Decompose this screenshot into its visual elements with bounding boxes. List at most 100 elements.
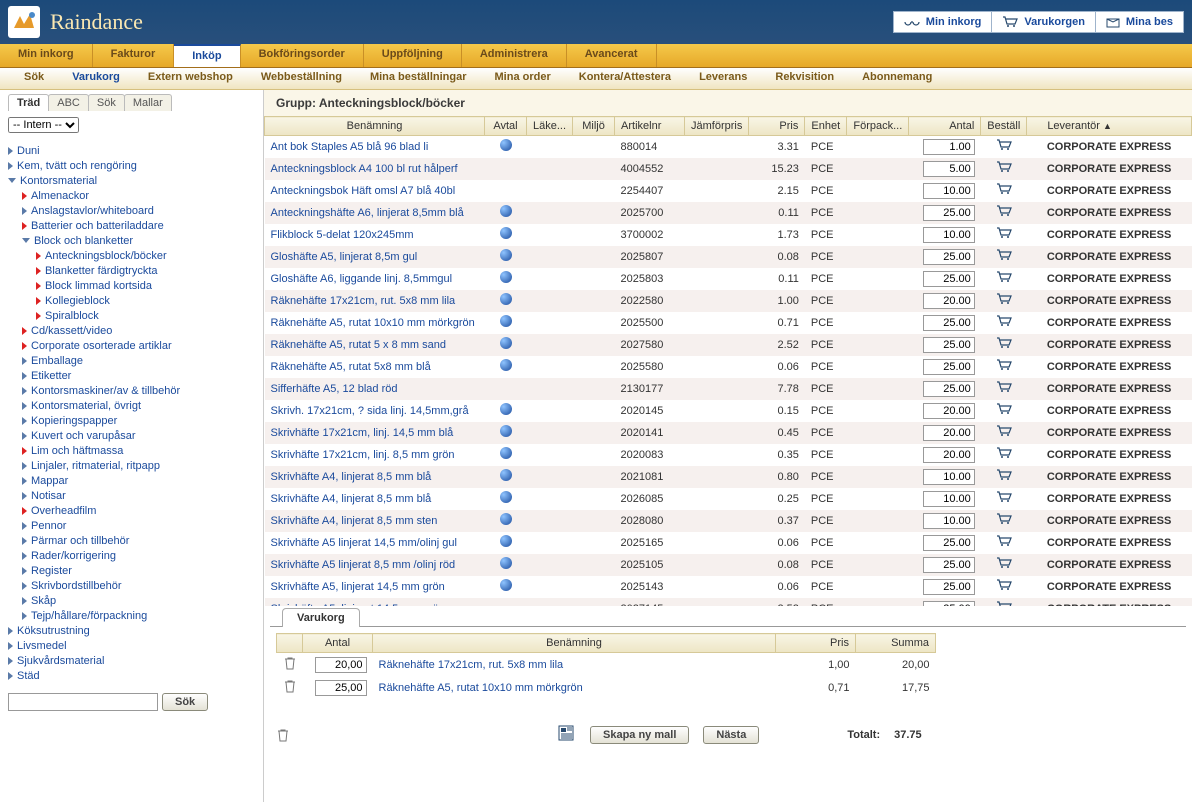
product-link[interactable]: Skrivhäfte A5, linjerat 14,5 mm grön — [271, 581, 445, 593]
add-to-cart-button[interactable] — [996, 601, 1012, 606]
tree-label[interactable]: Batterier och batteriladdare — [31, 220, 164, 232]
nav-sub-rekvisition[interactable]: Rekvisition — [761, 68, 848, 89]
tree-node[interactable]: Anteckningsblock/böcker — [36, 248, 255, 263]
qty-input[interactable] — [923, 139, 975, 155]
tree-node[interactable]: Livsmedel — [8, 638, 255, 653]
add-to-cart-button[interactable] — [996, 359, 1012, 374]
product-link[interactable]: Räknehäfte A5, rutat 5 x 8 mm sand — [271, 339, 446, 351]
tree-node[interactable]: Kuvert och varupåsar — [22, 428, 255, 443]
tree-label[interactable]: Sjukvårdsmaterial — [17, 655, 104, 667]
tree-label[interactable]: Kopieringspapper — [31, 415, 117, 427]
qty-input[interactable] — [923, 183, 975, 199]
intern-select[interactable]: -- Intern -- — [8, 117, 79, 133]
qty-input[interactable] — [923, 425, 975, 441]
qty-input[interactable] — [923, 491, 975, 507]
qty-input[interactable] — [923, 403, 975, 419]
tree-node[interactable]: Register — [22, 563, 255, 578]
product-link[interactable]: Flikblock 5-delat 120x245mm — [271, 229, 414, 241]
tree-label[interactable]: Livsmedel — [17, 640, 67, 652]
tree-label[interactable]: Block limmad kortsida — [45, 280, 152, 292]
qty-input[interactable] — [923, 161, 975, 177]
nav-tab-avancerat[interactable]: Avancerat — [567, 44, 657, 67]
tree-node[interactable]: Köksutrustning — [8, 623, 255, 638]
qty-input[interactable] — [923, 359, 975, 375]
qty-input[interactable] — [923, 227, 975, 243]
product-link[interactable]: Skrivhäfte A4, linjerat 8,5 mm sten — [271, 515, 438, 527]
col-pris[interactable]: Pris — [749, 117, 805, 136]
col-leverantor[interactable]: Leverantör ▲ — [1027, 117, 1192, 136]
top-link-mina-bes[interactable]: Mina bes — [1096, 11, 1184, 33]
newspaper-icon[interactable] — [558, 725, 576, 744]
product-link[interactable]: Räknehäfte A5, rutat 5x8 mm blå — [271, 361, 431, 373]
tree-label[interactable]: Anteckningsblock/böcker — [45, 250, 167, 262]
add-to-cart-button[interactable] — [996, 425, 1012, 440]
tree-node[interactable]: Corporate osorterade artiklar — [22, 338, 255, 353]
add-to-cart-button[interactable] — [996, 557, 1012, 572]
qty-input[interactable] — [923, 271, 975, 287]
product-link[interactable]: Skrivhäfte A5 linjerat 14,5 mm/olinj gul — [271, 537, 457, 549]
tree-label[interactable]: Cd/kassett/video — [31, 325, 112, 337]
qty-input[interactable] — [923, 469, 975, 485]
tree-label[interactable]: Lim och häftmassa — [31, 445, 123, 457]
tree-label[interactable]: Blanketter färdigtryckta — [45, 265, 158, 277]
cart-item-link[interactable]: Räknehäfte 17x21cm, rut. 5x8 mm lila — [379, 659, 564, 671]
tree-label[interactable]: Emballage — [31, 355, 83, 367]
tree-label[interactable]: Tejp/hållare/förpackning — [31, 610, 147, 622]
tree-label[interactable]: Rader/korrigering — [31, 550, 116, 562]
col-forpack[interactable]: Förpack... — [847, 117, 909, 136]
tree-node[interactable]: Lim och häftmassa — [22, 443, 255, 458]
product-link[interactable]: Ant bok Staples A5 blå 96 blad li — [271, 141, 429, 153]
tree-node[interactable]: Spiralblock — [36, 308, 255, 323]
tree-label[interactable]: Skrivbordstillbehör — [31, 580, 121, 592]
tree-label[interactable]: Kuvert och varupåsar — [31, 430, 136, 442]
product-link[interactable]: Skrivh. 17x21cm, ? sida linj. 14,5mm,grå — [271, 405, 469, 417]
tree-node[interactable]: Overheadfilm — [22, 503, 255, 518]
remove-item-button[interactable] — [283, 656, 297, 670]
nav-sub-varukorg[interactable]: Varukorg — [58, 68, 134, 89]
product-link[interactable]: Skrivhäfte A5 linjerat 8,5 mm /olinj röd — [271, 559, 456, 571]
top-link-inkorg[interactable]: Min inkorg — [893, 11, 993, 33]
qty-input[interactable] — [923, 535, 975, 551]
nav-sub-mina-best-llningar[interactable]: Mina beställningar — [356, 68, 481, 89]
product-link[interactable]: Skrivhäfte A4, linjerat 8,5 mm blå — [271, 493, 432, 505]
tree-label[interactable]: Kontorsmaterial, övrigt — [31, 400, 141, 412]
product-link[interactable]: Räknehäfte 17x21cm, rut. 5x8 mm lila — [271, 295, 456, 307]
tree-node[interactable]: Blanketter färdigtryckta — [36, 263, 255, 278]
tree-node[interactable]: Kontorsmaterial, övrigt — [22, 398, 255, 413]
qty-input[interactable] — [923, 293, 975, 309]
add-to-cart-button[interactable] — [996, 315, 1012, 330]
tree-node[interactable]: Kontorsmaterial — [8, 173, 255, 188]
cart-qty-input[interactable] — [315, 657, 367, 673]
nav-sub-mina-order[interactable]: Mina order — [481, 68, 565, 89]
tree-node[interactable]: Skrivbordstillbehör — [22, 578, 255, 593]
tree-label[interactable]: Pärmar och tillbehör — [31, 535, 129, 547]
product-link[interactable]: Räknehäfte A5, rutat 10x10 mm mörkgrön — [271, 317, 475, 329]
tree-node[interactable]: Batterier och batteriladdare — [22, 218, 255, 233]
add-to-cart-button[interactable] — [996, 469, 1012, 484]
tree-label[interactable]: Pennor — [31, 520, 66, 532]
side-tab-sök[interactable]: Sök — [88, 94, 125, 111]
add-to-cart-button[interactable] — [996, 249, 1012, 264]
product-link[interactable]: Anteckningsbok Häft omsl A7 blå 40bl — [271, 185, 456, 197]
col-lake[interactable]: Läke... — [527, 117, 573, 136]
add-to-cart-button[interactable] — [996, 337, 1012, 352]
qty-input[interactable] — [923, 513, 975, 529]
add-to-cart-button[interactable] — [996, 139, 1012, 154]
nav-tab-ink-p[interactable]: Inköp — [174, 44, 240, 67]
clear-cart-button[interactable] — [276, 728, 290, 742]
nav-tab-min-inkorg[interactable]: Min inkorg — [0, 44, 93, 67]
add-to-cart-button[interactable] — [996, 227, 1012, 242]
top-link-varukorgen[interactable]: Varukorgen — [992, 11, 1096, 33]
col-artikelnr[interactable]: Artikelnr — [615, 117, 685, 136]
nav-sub-leverans[interactable]: Leverans — [685, 68, 761, 89]
tree-label[interactable]: Block och blanketter — [34, 235, 133, 247]
tree-label[interactable]: Register — [31, 565, 72, 577]
product-link[interactable]: Skrivhäfte 17x21cm, linj. 8,5 mm grön — [271, 449, 455, 461]
product-link[interactable]: Skrivhäfte A4, linjerat 8,5 mm blå — [271, 471, 432, 483]
tree-node[interactable]: Skåp — [22, 593, 255, 608]
nav-sub-s-k[interactable]: Sök — [10, 68, 58, 89]
tree-node[interactable]: Etiketter — [22, 368, 255, 383]
col-benamning[interactable]: Benämning — [265, 117, 485, 136]
add-to-cart-button[interactable] — [996, 579, 1012, 594]
tree-node[interactable]: Mappar — [22, 473, 255, 488]
